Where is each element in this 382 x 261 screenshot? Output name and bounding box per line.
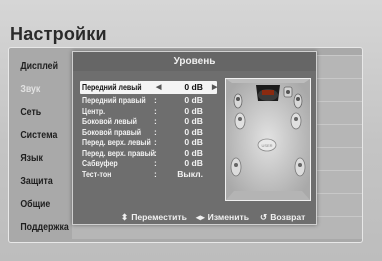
sidebar-item-network[interactable]: Сеть xyxy=(8,101,64,124)
setting-label: Тест-тон xyxy=(82,168,112,179)
separator: : xyxy=(154,147,157,158)
setting-row-surround-right[interactable]: Боковой правый : 0 dB xyxy=(80,127,217,138)
speaker-layout-svg: USER xyxy=(226,79,310,200)
setting-value: 0 dB xyxy=(184,82,203,92)
setting-value: Выкл. xyxy=(177,168,203,179)
setting-label: Центр. xyxy=(82,105,106,116)
move-label: Переместить xyxy=(131,212,187,222)
setting-row-front-right[interactable]: Передний правый : 0 dB xyxy=(80,95,217,106)
sidebar-item-support[interactable]: Поддержка xyxy=(8,216,68,239)
separator: : xyxy=(154,126,157,137)
setting-row-subwoofer[interactable]: Сабвуфер : 0 dB xyxy=(80,158,217,169)
decrease-arrow-icon[interactable]: ◀ xyxy=(156,81,161,94)
left-right-arrows-icon: ◂▸ xyxy=(196,212,205,222)
separator: : xyxy=(154,105,157,116)
setting-value: 0 dB xyxy=(184,95,203,105)
separator: : xyxy=(154,168,157,179)
speaker-level-list: Передний левый ◀ 0 dB ▶ Передний правый … xyxy=(80,81,217,179)
increase-arrow-icon[interactable]: ▶ xyxy=(212,81,217,94)
setting-row-front-top-left[interactable]: Перед. верх. левый : 0 dB xyxy=(80,137,217,148)
setting-row-front-top-right[interactable]: Перед. верх. правый : 0 dB xyxy=(80,148,217,159)
setting-row-test-tone[interactable]: Тест-тон : Выкл. xyxy=(80,169,217,180)
setting-label: Боковой левый xyxy=(82,116,137,126)
setting-label: Боковой правый xyxy=(82,126,142,137)
sidebar-item-security[interactable]: Защита xyxy=(8,170,64,193)
setting-label: Перед. верх. правый xyxy=(82,147,155,158)
sidebar-item-sound[interactable]: Звук xyxy=(8,78,64,101)
separator: : xyxy=(154,137,157,147)
return-icon: ↺ xyxy=(260,212,268,222)
setting-row-surround-left[interactable]: Боковой левый : 0 dB xyxy=(80,116,217,127)
setting-value: 0 dB xyxy=(184,158,203,168)
page-title: Настройки xyxy=(10,24,107,44)
sidebar-item-system[interactable]: Система xyxy=(8,124,64,147)
sidebar-item-language[interactable]: Язык xyxy=(8,147,64,170)
setting-row-center[interactable]: Центр. : 0 dB xyxy=(80,106,217,117)
back-label: Возврат xyxy=(270,212,306,222)
sidebar: Дисплей Звук Сеть Система Язык Защита Об… xyxy=(8,55,72,239)
sidebar-item-general[interactable]: Общие xyxy=(8,193,64,216)
svg-text:USER: USER xyxy=(261,143,272,148)
change-label: Изменить xyxy=(207,212,249,222)
setting-label: Передний правый xyxy=(82,95,146,105)
separator: : xyxy=(154,158,157,168)
separator: : xyxy=(154,95,157,105)
dialog-footer: ⬍ Переместить ◂▸ Изменить ↺ Возврат xyxy=(73,210,316,225)
tv-screen: Настройки Дисплей Звук Сеть Система Язык… xyxy=(0,0,382,261)
dialog-title: Уровень xyxy=(73,52,316,71)
setting-value: 0 dB xyxy=(184,137,203,147)
setting-value: 0 dB xyxy=(184,147,203,158)
setting-label: Передний левый xyxy=(82,82,142,92)
separator: : xyxy=(154,116,157,126)
setting-value: 0 dB xyxy=(184,126,203,137)
setting-label: Перед. верх. левый xyxy=(82,137,151,147)
speaker-layout-diagram: USER xyxy=(225,78,311,201)
level-dialog: Уровень Передний левый ◀ 0 dB ▶ Передний… xyxy=(72,51,317,225)
sidebar-item-display[interactable]: Дисплей xyxy=(8,55,64,78)
setting-row-front-left[interactable]: Передний левый ◀ 0 dB ▶ xyxy=(80,81,217,94)
change-hint: ◂▸ Изменить xyxy=(196,212,249,223)
back-hint[interactable]: ↺ Возврат xyxy=(260,212,305,223)
up-down-arrows-icon: ⬍ xyxy=(121,212,129,222)
setting-value: 0 dB xyxy=(184,116,203,126)
move-hint: ⬍ Переместить xyxy=(121,212,187,223)
setting-label: Сабвуфер xyxy=(82,158,118,168)
setting-value: 0 dB xyxy=(184,105,203,116)
